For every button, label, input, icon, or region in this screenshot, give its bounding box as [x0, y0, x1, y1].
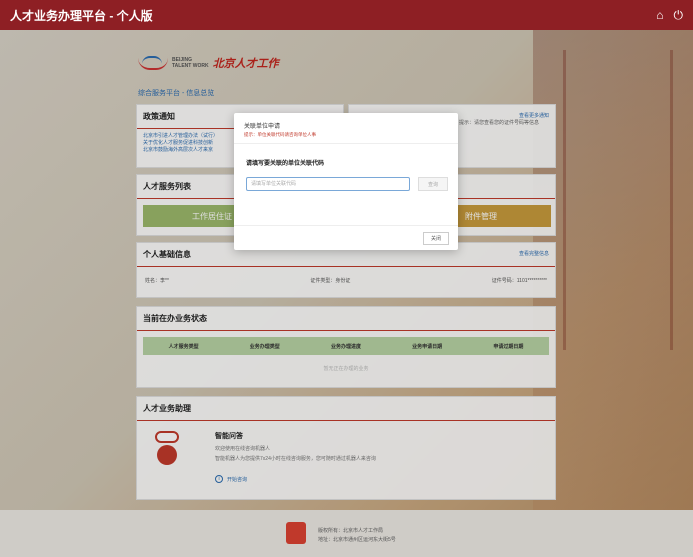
footer: 版权所有：北京市人才工作局 地址：北京市通州区运河东大街5号 — [0, 510, 693, 557]
footer-address: 地址：北京市通州区运河东大街5号 — [318, 537, 396, 543]
seal-icon — [286, 522, 306, 544]
header-icons: ⌂ ⏻ — [656, 8, 683, 23]
top-bar: 人才业务办理平台 - 个人版 ⌂ ⏻ — [0, 0, 693, 30]
dialog-divider — [234, 143, 458, 144]
dialog-label: 请填写要关联的单位关联代码 — [246, 161, 325, 167]
modal-overlay[interactable] — [0, 30, 693, 510]
dialog-footer-divider — [234, 225, 458, 226]
power-icon[interactable]: ⏻ — [674, 8, 684, 23]
close-button[interactable]: 关闭 — [423, 232, 449, 245]
link-unit-dialog: 关联单位申请 提示：单位关联代码请咨询单位人事 请填写要关联的单位关联代码 查询… — [234, 113, 458, 250]
footer-copyright: 版权所有：北京市人才工作局 — [318, 528, 384, 534]
home-icon[interactable]: ⌂ — [656, 8, 663, 23]
dialog-tip: 提示：单位关联代码请咨询单位人事 — [244, 132, 316, 137]
dialog-title: 关联单位申请 — [244, 124, 281, 130]
query-button[interactable]: 查询 — [418, 177, 448, 191]
unit-code-input[interactable] — [246, 177, 410, 191]
app-title: 人才业务办理平台 - 个人版 — [10, 8, 153, 23]
